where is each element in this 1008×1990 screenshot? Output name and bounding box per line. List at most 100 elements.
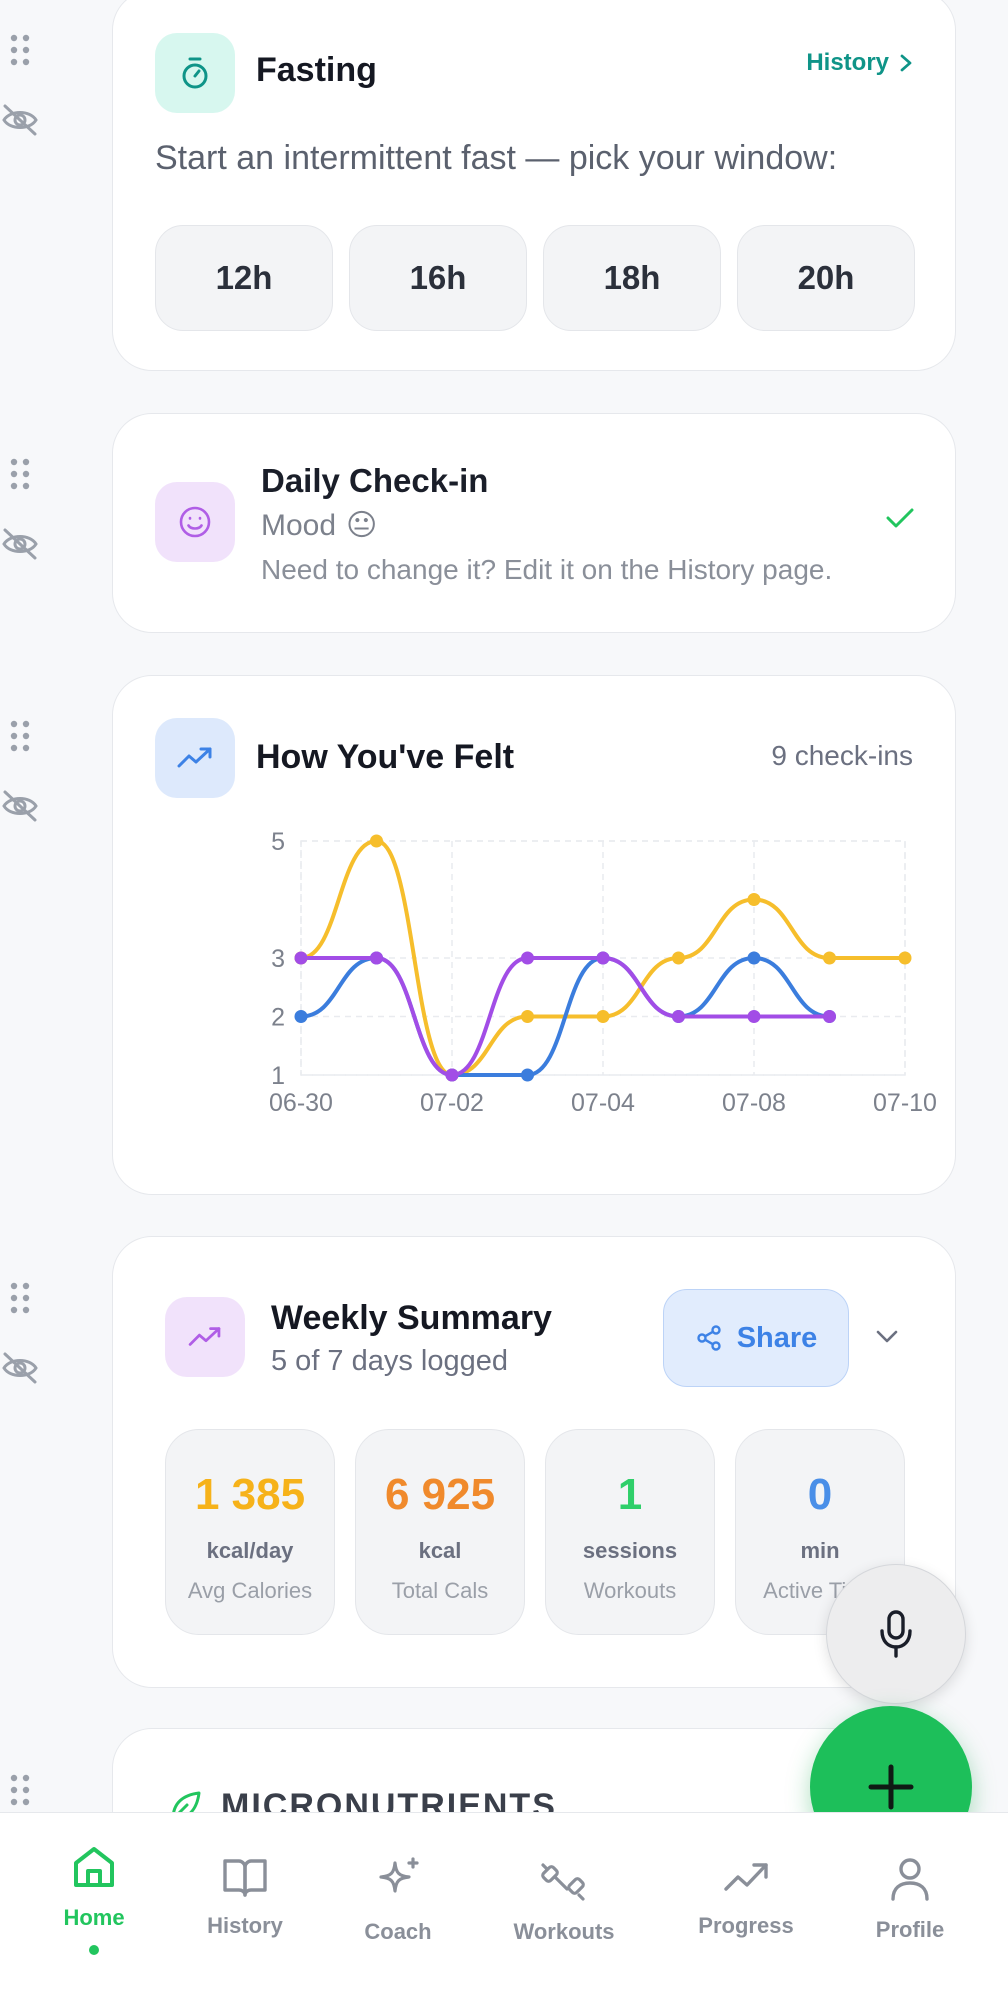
checkin-hint: Need to change it? Edit it on the Histor… — [261, 554, 833, 585]
user-icon — [891, 1858, 929, 1901]
series-point-0 — [747, 893, 761, 906]
drag-handle-icon[interactable] — [0, 716, 40, 756]
weekly-subtitle: 5 of 7 days logged — [271, 1345, 509, 1377]
trend-up-icon — [724, 1863, 768, 1891]
stat-label: Workouts — [583, 1578, 677, 1603]
nav-workouts[interactable]: Workouts — [512, 1855, 616, 1945]
series-point-0 — [596, 1010, 610, 1023]
checkin-mood: Mood 😐 — [261, 508, 377, 543]
fasting-window-18h[interactable]: 18h — [543, 225, 721, 331]
y-tick-label: 5 — [271, 828, 285, 856]
fasting-window-20h[interactable]: 20h — [737, 225, 915, 331]
microphone-icon — [880, 1610, 912, 1658]
stat-value: 1 385 — [194, 1470, 306, 1519]
stat-avg-calories: 1 385 kcal/day Avg Calories — [165, 1429, 335, 1635]
timer-icon — [182, 57, 208, 89]
voice-input-button[interactable] — [826, 1564, 966, 1704]
sparkle-icon — [379, 1857, 419, 1893]
book-icon — [223, 1859, 267, 1897]
fasting-prompt: Start an intermittent fast — pick your w… — [155, 139, 838, 177]
y-tick-label: 2 — [271, 1004, 285, 1032]
series-point-1 — [747, 951, 761, 965]
mood-label: Mood — [261, 508, 337, 542]
checkin-side-controls — [0, 454, 40, 564]
weekly-stats: 1 385 kcal/day Avg Calories 6 925 kcal T… — [165, 1429, 905, 1635]
series-point-2 — [370, 951, 383, 965]
nav-progress[interactable]: Progress — [694, 1855, 798, 1939]
share-label: Share — [736, 1321, 818, 1354]
x-tick-label: 06-30 — [269, 1089, 333, 1117]
stat-total-calories: 6 925 kcal Total Cals — [355, 1429, 525, 1635]
fasting-window-12h[interactable]: 12h — [155, 225, 333, 331]
drag-handle-icon[interactable] — [0, 1770, 40, 1810]
stat-unit: kcal — [418, 1538, 462, 1563]
series-point-0 — [370, 834, 383, 848]
stat-unit: sessions — [582, 1538, 678, 1563]
series-point-2 — [521, 951, 534, 965]
checkin-title: Daily Check-in — [261, 462, 489, 499]
nav-label: Coach — [364, 1919, 432, 1944]
stat-value: 1 — [617, 1470, 643, 1519]
fasting-side-controls — [0, 30, 40, 140]
series-point-2 — [294, 951, 308, 965]
stat-value: 0 — [807, 1470, 833, 1519]
drag-handle-icon[interactable] — [0, 1278, 40, 1318]
micro-side-controls — [0, 1770, 40, 1810]
series-point-0 — [672, 951, 685, 965]
nav-label: Home — [63, 1905, 125, 1930]
fasting-title: Fasting — [256, 51, 377, 89]
y-tick-label: 1 — [271, 1062, 285, 1090]
chevron-right-icon — [900, 54, 912, 72]
series-point-2 — [445, 1068, 459, 1082]
fasting-card: Fasting History Start an intermittent fa… — [112, 0, 956, 371]
stat-label: Total Cals — [391, 1578, 489, 1603]
dumbbell-icon — [541, 1863, 585, 1901]
series-point-0 — [898, 951, 912, 965]
checkmark-icon — [886, 508, 914, 528]
stat-value: 6 925 — [384, 1470, 496, 1519]
nav-label: Workouts — [513, 1919, 615, 1944]
series-point-0 — [823, 951, 836, 965]
x-tick-label: 07-08 — [722, 1089, 786, 1117]
nav-home[interactable]: Home — [62, 1843, 126, 1955]
eye-off-icon[interactable] — [0, 524, 40, 564]
x-tick-label: 07-02 — [420, 1089, 484, 1117]
eye-off-icon[interactable] — [0, 786, 40, 826]
nav-label: Profile — [875, 1917, 945, 1942]
stat-label: Avg Calories — [187, 1578, 313, 1603]
drag-handle-icon[interactable] — [0, 454, 40, 494]
eye-off-icon[interactable] — [0, 1348, 40, 1388]
fasting-window-options: 12h 16h 18h 20h — [155, 225, 915, 331]
drag-handle-icon[interactable] — [0, 30, 40, 70]
fasting-icon-tile — [155, 33, 235, 113]
x-tick-label: 07-04 — [571, 1089, 635, 1117]
x-tick-label: 07-10 — [873, 1089, 937, 1117]
chevron-down-icon[interactable] — [875, 1329, 899, 1345]
plus-icon — [868, 1764, 914, 1810]
series-point-2 — [596, 951, 610, 965]
series-point-2 — [747, 1010, 761, 1023]
series-point-0 — [521, 1010, 534, 1023]
share-button[interactable]: Share — [663, 1289, 849, 1387]
eye-off-icon[interactable] — [0, 100, 40, 140]
felt-side-controls — [0, 716, 40, 826]
history-link-label: History — [806, 49, 889, 76]
nav-history[interactable]: History — [205, 1855, 285, 1939]
nav-profile[interactable]: Profile — [868, 1855, 952, 1943]
share-icon — [696, 1325, 721, 1351]
smile-icon — [179, 506, 211, 538]
weekly-side-controls — [0, 1278, 40, 1388]
nav-coach[interactable]: Coach — [358, 1855, 438, 1945]
weekly-icon-tile — [165, 1297, 245, 1377]
home-icon — [74, 1847, 114, 1887]
nav-label: History — [207, 1913, 283, 1938]
stat-unit: min — [800, 1538, 840, 1563]
mood-trend-card: How You've Felt 9 check-ins 06-30 07-02 07… — [112, 675, 956, 1195]
daily-checkin-card[interactable]: Daily Check-in Mood 😐 Need to change it?… — [112, 413, 956, 633]
trend-up-icon — [188, 1327, 221, 1346]
fasting-window-16h[interactable]: 16h — [349, 225, 527, 331]
mood-emoji: 😐 — [346, 509, 378, 542]
series-point-2 — [823, 1010, 836, 1023]
fasting-history-link[interactable]: History — [806, 49, 913, 77]
mood-line-chart: 06-30 07-02 07-04 07-08 07-10 1 2 3 5 — [269, 828, 937, 1117]
